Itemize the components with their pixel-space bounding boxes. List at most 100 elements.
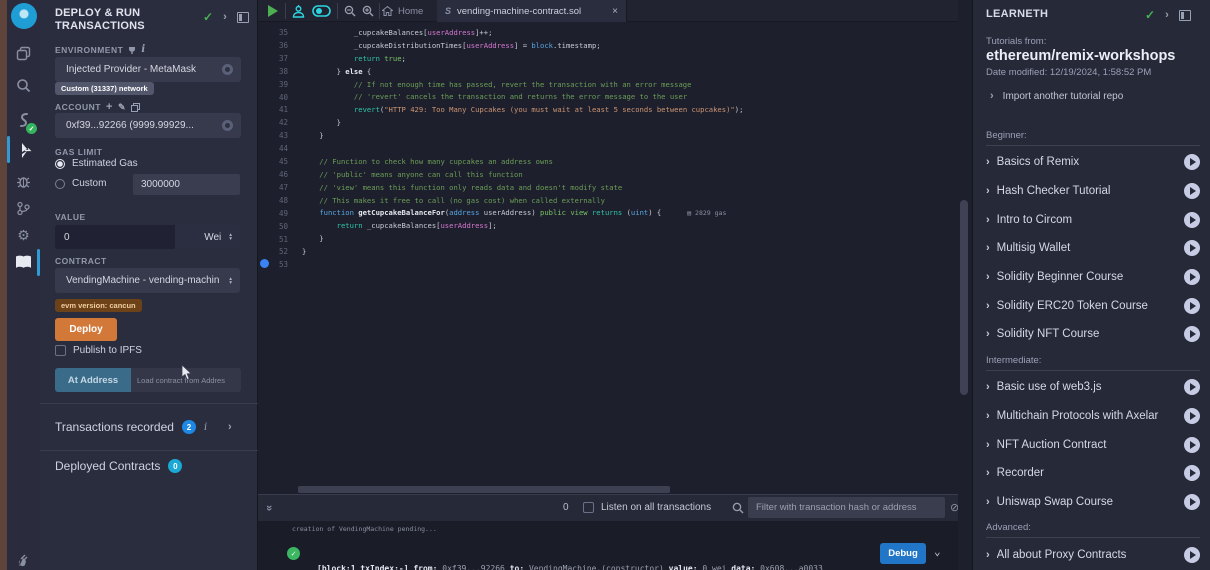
zoom-out-icon[interactable] [341,0,359,22]
at-address-button[interactable]: At Address [55,368,131,392]
tutorial-item[interactable]: ›Uniswap Swap Course [986,488,1200,517]
tab-home[interactable]: Home [382,0,423,22]
file-explorer-icon[interactable] [7,41,40,65]
expand-terminal-icon[interactable]: » [263,505,275,511]
code-line[interactable]: function getCupcakeBalanceFor(address us… [302,207,878,220]
code-line[interactable]: return _cupcakeBalances[userAddress]; [302,220,878,233]
import-tutorial-link[interactable]: › Import another tutorial repo [990,90,1123,102]
code-line[interactable]: // 'revert' cancels the transaction and … [302,91,878,104]
deploy-button[interactable]: Deploy [55,318,117,341]
line-number[interactable]: 35 [258,27,302,40]
pin-panel-icon[interactable] [1179,10,1191,21]
pin-panel-icon[interactable] [237,12,249,23]
account-actions-icon[interactable] [222,120,233,131]
line-number[interactable]: 50 [258,221,302,234]
info-icon[interactable]: i [141,44,145,55]
edit-account-icon[interactable]: ✎ [118,102,126,113]
line-number[interactable]: 38 [258,66,302,79]
tutorial-item[interactable]: ›All about Proxy Contracts [986,540,1200,569]
expand-transactions-icon[interactable]: › [228,421,232,433]
custom-gas-option[interactable]: Custom [55,178,106,189]
deployed-contracts-row[interactable]: Deployed Contracts 0 [55,459,182,473]
code-line[interactable]: _cupcakeDistributionTimes[userAddress] =… [302,40,878,53]
code-line[interactable] [302,143,878,156]
code-line[interactable]: // 'view' means this function only reads… [302,182,878,195]
tutorial-item[interactable]: ›Intro to Circom [986,205,1200,234]
tutorial-item[interactable]: ›Recorder [986,459,1200,488]
line-number[interactable]: 51 [258,234,302,247]
tutorial-item[interactable]: ›Basic use of web3.js [986,373,1200,402]
tutorial-item[interactable]: ›Solidity Beginner Course [986,263,1200,292]
environment-settings-icon[interactable] [222,64,233,75]
tutorial-item[interactable]: ›Basics of Remix [986,148,1200,177]
line-number[interactable]: 41 [258,104,302,117]
code-line[interactable]: revert("HTTP 429: Too Many Cupcakes (you… [302,104,878,117]
contract-select[interactable]: VendingMachine - vending-machin ▴▾ [55,268,240,293]
debug-button[interactable]: Debug [880,543,926,564]
collapse-panel-icon[interactable]: › [223,11,227,23]
code-line[interactable]: } else { [302,66,878,79]
tab-active-file[interactable]: S vending-machine-contract.sol × [437,0,627,22]
play-tutorial-button[interactable] [1184,379,1200,395]
code-line[interactable]: // 'public' means anyone can call this f… [302,169,878,182]
code-line[interactable]: } [302,117,878,130]
publish-ipfs-option[interactable]: Publish to IPFS [55,345,142,356]
tutorial-item[interactable]: ›NFT Auction Contract [986,430,1200,459]
deploy-and-run-icon[interactable] [7,138,40,162]
line-number[interactable]: 52 [258,246,302,259]
line-number[interactable]: 46 [258,169,302,182]
code-line[interactable] [302,259,878,272]
tutorial-item[interactable]: ›Solidity ERC20 Token Course [986,291,1200,320]
tutorial-item[interactable]: ›Hash Checker Tutorial [986,177,1200,206]
line-number[interactable]: 49 [258,208,302,221]
line-number[interactable]: 44 [258,143,302,156]
play-tutorial-button[interactable] [1184,298,1200,314]
line-number[interactable]: 45 [258,156,302,169]
value-unit-select[interactable]: Wei ▴▾ [175,225,240,249]
custom-gas-input[interactable] [133,174,240,195]
expand-entry-icon[interactable]: ⌄ [934,545,941,558]
line-number[interactable]: 43 [258,130,302,143]
value-input[interactable]: 0 [55,225,175,249]
solidity-compiler-icon[interactable]: ✓ [7,108,40,132]
horizontal-scrollbar[interactable] [298,486,670,493]
source-control-icon[interactable] [7,196,40,220]
radio-unselected-icon[interactable] [55,179,65,189]
ai-assistant-icon[interactable] [287,0,309,22]
add-account-icon[interactable]: + [106,101,113,113]
estimated-gas-option[interactable]: Estimated Gas [55,158,138,169]
run-script-icon[interactable] [262,0,282,22]
collapse-panel-icon[interactable]: › [1165,9,1169,21]
play-tutorial-button[interactable] [1184,212,1200,228]
learneth-plugin-icon[interactable] [7,250,40,274]
play-tutorial-button[interactable] [1184,269,1200,285]
debugger-icon[interactable] [7,169,40,193]
copy-address-icon[interactable] [131,103,140,112]
tutorial-item[interactable]: ›Solidity NFT Course [986,320,1200,349]
plugin-connector-icon[interactable] [7,548,40,570]
plug-icon[interactable] [128,45,136,54]
code-line[interactable]: return true; [302,53,878,66]
panel-scrollbar-track[interactable] [958,0,972,570]
play-tutorial-button[interactable] [1184,183,1200,199]
play-tutorial-button[interactable] [1184,547,1200,563]
play-tutorial-button[interactable] [1184,154,1200,170]
checkbox-icon[interactable] [55,345,66,356]
transaction-entry[interactable]: [block:1 txIndex:-] from: 0xf39...92266 … [317,543,823,570]
close-tab-icon[interactable]: × [612,6,618,17]
play-tutorial-button[interactable] [1184,326,1200,342]
code-line[interactable]: // Function to check how many cupcakes a… [302,156,878,169]
radio-selected-icon[interactable] [55,159,65,169]
terminal-filter-input[interactable] [748,497,945,518]
info-icon[interactable]: i [204,422,207,433]
listen-checkbox[interactable] [583,502,594,513]
play-tutorial-button[interactable] [1184,408,1200,424]
code-line[interactable]: _cupcakeBalances[userAddress]++; [302,27,878,40]
zoom-in-icon[interactable] [359,0,377,22]
code-line[interactable]: // This makes it free to call (no gas co… [302,195,878,208]
code-line[interactable]: } [302,246,878,259]
line-number[interactable]: 40 [258,92,302,105]
line-number[interactable]: 39 [258,79,302,92]
panel-scrollbar-thumb[interactable] [960,200,968,395]
code-editor[interactable]: 35363738394041424344454647484950515253 _… [258,22,958,484]
